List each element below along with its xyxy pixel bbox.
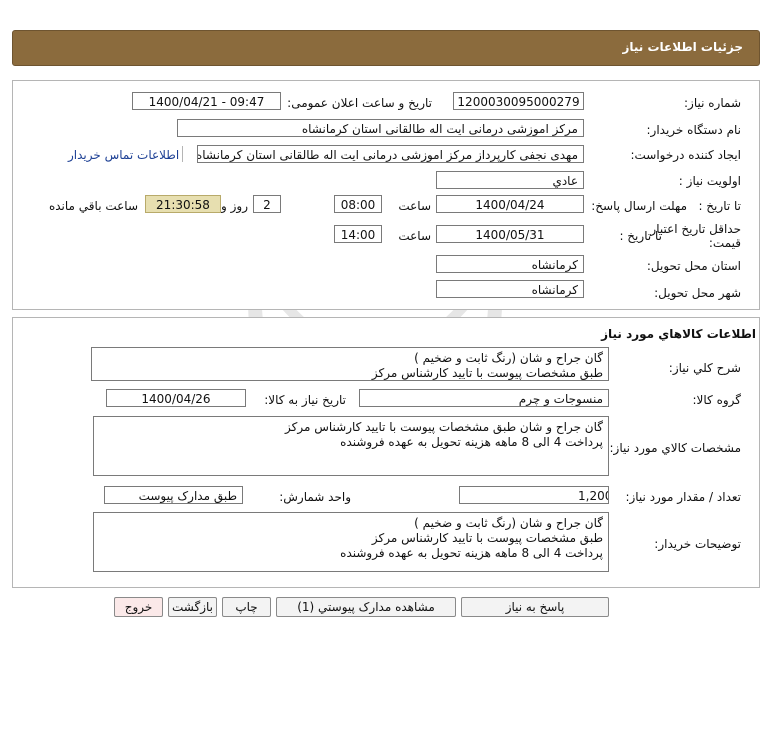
group-label: گروه کالا: xyxy=(692,393,742,407)
days-field: 2 xyxy=(253,195,281,213)
need-date-field: 1400/04/26 xyxy=(106,389,246,407)
creator-label: ایجاد کننده درخواست: xyxy=(630,148,741,162)
buyer-notes-line: طبق مشخصات پیوست با تایید کارشناس مرکز xyxy=(371,531,603,545)
remaining-label: ساعت باقي مانده xyxy=(48,199,138,213)
group-field: منسوجات و چرم xyxy=(359,389,609,407)
buyer-contact-link[interactable]: اطلاعات تماس خریدار xyxy=(68,148,179,162)
reply-time-label: ساعت xyxy=(398,199,431,213)
price-date-field: 1400/05/31 xyxy=(436,225,584,243)
exit-button[interactable]: خروج xyxy=(114,597,163,617)
city-label: شهر محل تحویل: xyxy=(654,286,741,300)
summary-line: طبق مشخصات پیوست با تایید کارشناس مرکز xyxy=(371,366,603,380)
unit-field: طبق مدارک پیوست xyxy=(104,486,243,504)
unit-label: واحد شمارش: xyxy=(279,490,351,504)
announce-label: تاریخ و ساعت اعلان عمومی: xyxy=(287,96,432,110)
separator xyxy=(182,146,183,162)
specs-line: پرداخت 4 الی 8 ماهه هزینه تحویل به عهده … xyxy=(340,435,603,449)
summary-label: شرح کلي نياز: xyxy=(668,361,741,375)
city-field: کرمانشاه xyxy=(436,280,584,298)
goods-section-title: اطلاعات کالاهاي مورد نياز xyxy=(601,327,756,341)
reply-time-field: 08:00 xyxy=(334,195,382,213)
reply-to-date-label: تا تاریخ : xyxy=(698,199,741,213)
back-button[interactable]: بازگشت xyxy=(168,597,217,617)
creator-field: مهدی نجفی کارپرداز مرکز اموزشی درمانی ای… xyxy=(197,145,584,163)
province-field: کرمانشاه xyxy=(436,255,584,273)
need-number-field: 1200030095000279 xyxy=(453,92,584,110)
remaining-time-badge: 21:30:58 xyxy=(145,195,221,213)
page-header: جزئیات اطلاعات نیاز xyxy=(12,30,760,66)
priority-field: عادي xyxy=(436,171,584,189)
buyer-notes-line: پرداخت 4 الی 8 ماهه هزینه تحویل به عهده … xyxy=(340,546,603,560)
days-label: روز و xyxy=(221,199,248,213)
specs-field: گان جراح و شان طبق مشخصات پیوست با تایید… xyxy=(93,416,609,476)
price-to-date-label: تا تاریخ : xyxy=(619,229,662,243)
reply-button[interactable]: پاسخ به نیاز xyxy=(461,597,609,617)
view-attachments-button[interactable]: مشاهده مدارک پیوستي (1) xyxy=(276,597,456,617)
price-time-field: 14:00 xyxy=(334,225,382,243)
reply-date-field: 1400/04/24 xyxy=(436,195,584,213)
qty-label: تعداد / مقدار مورد نیاز: xyxy=(625,490,741,504)
specs-label: مشخصات کالاي مورد نياز: xyxy=(609,441,741,455)
buyer-notes-line: گان جراح و شان (رنگ ثابت و ضخیم ) xyxy=(414,516,603,530)
specs-line: گان جراح و شان طبق مشخصات پیوست با تایید… xyxy=(285,420,603,434)
buyer-notes-field: گان جراح و شان (رنگ ثابت و ضخیم ) طبق مش… xyxy=(93,512,609,572)
print-button[interactable]: چاپ xyxy=(222,597,271,617)
price-validity-label-2: قیمت: xyxy=(708,236,741,250)
priority-label: اولویت نیاز : xyxy=(678,174,741,188)
qty-field: 1,200 xyxy=(459,486,609,504)
announce-field: 1400/04/21 - 09:47 xyxy=(132,92,281,110)
need-date-label: تاریخ نیاز به کالا: xyxy=(264,393,346,407)
summary-line: گان جراح و شان (رنگ ثابت و ضخیم ) xyxy=(414,351,603,365)
page-title: جزئیات اطلاعات نیاز xyxy=(622,40,743,54)
reply-deadline-label: مهلت ارسال پاسخ: xyxy=(591,199,687,213)
buyer-org-label: نام دستگاه خریدار: xyxy=(646,123,742,137)
need-info-panel xyxy=(12,80,760,310)
buyer-notes-label: توضیحات خریدار: xyxy=(654,537,741,551)
price-validity-label: حداقل تاریخ اعتبار xyxy=(650,222,741,236)
buyer-org-field: مرکز اموزشی درمانی ایت اله طالقانی استان… xyxy=(177,119,584,137)
province-label: استان محل تحویل: xyxy=(646,259,741,273)
need-number-label: شماره نیاز: xyxy=(684,96,741,110)
summary-field: گان جراح و شان (رنگ ثابت و ضخیم ) طبق مش… xyxy=(91,347,609,381)
price-time-label: ساعت xyxy=(398,229,431,243)
